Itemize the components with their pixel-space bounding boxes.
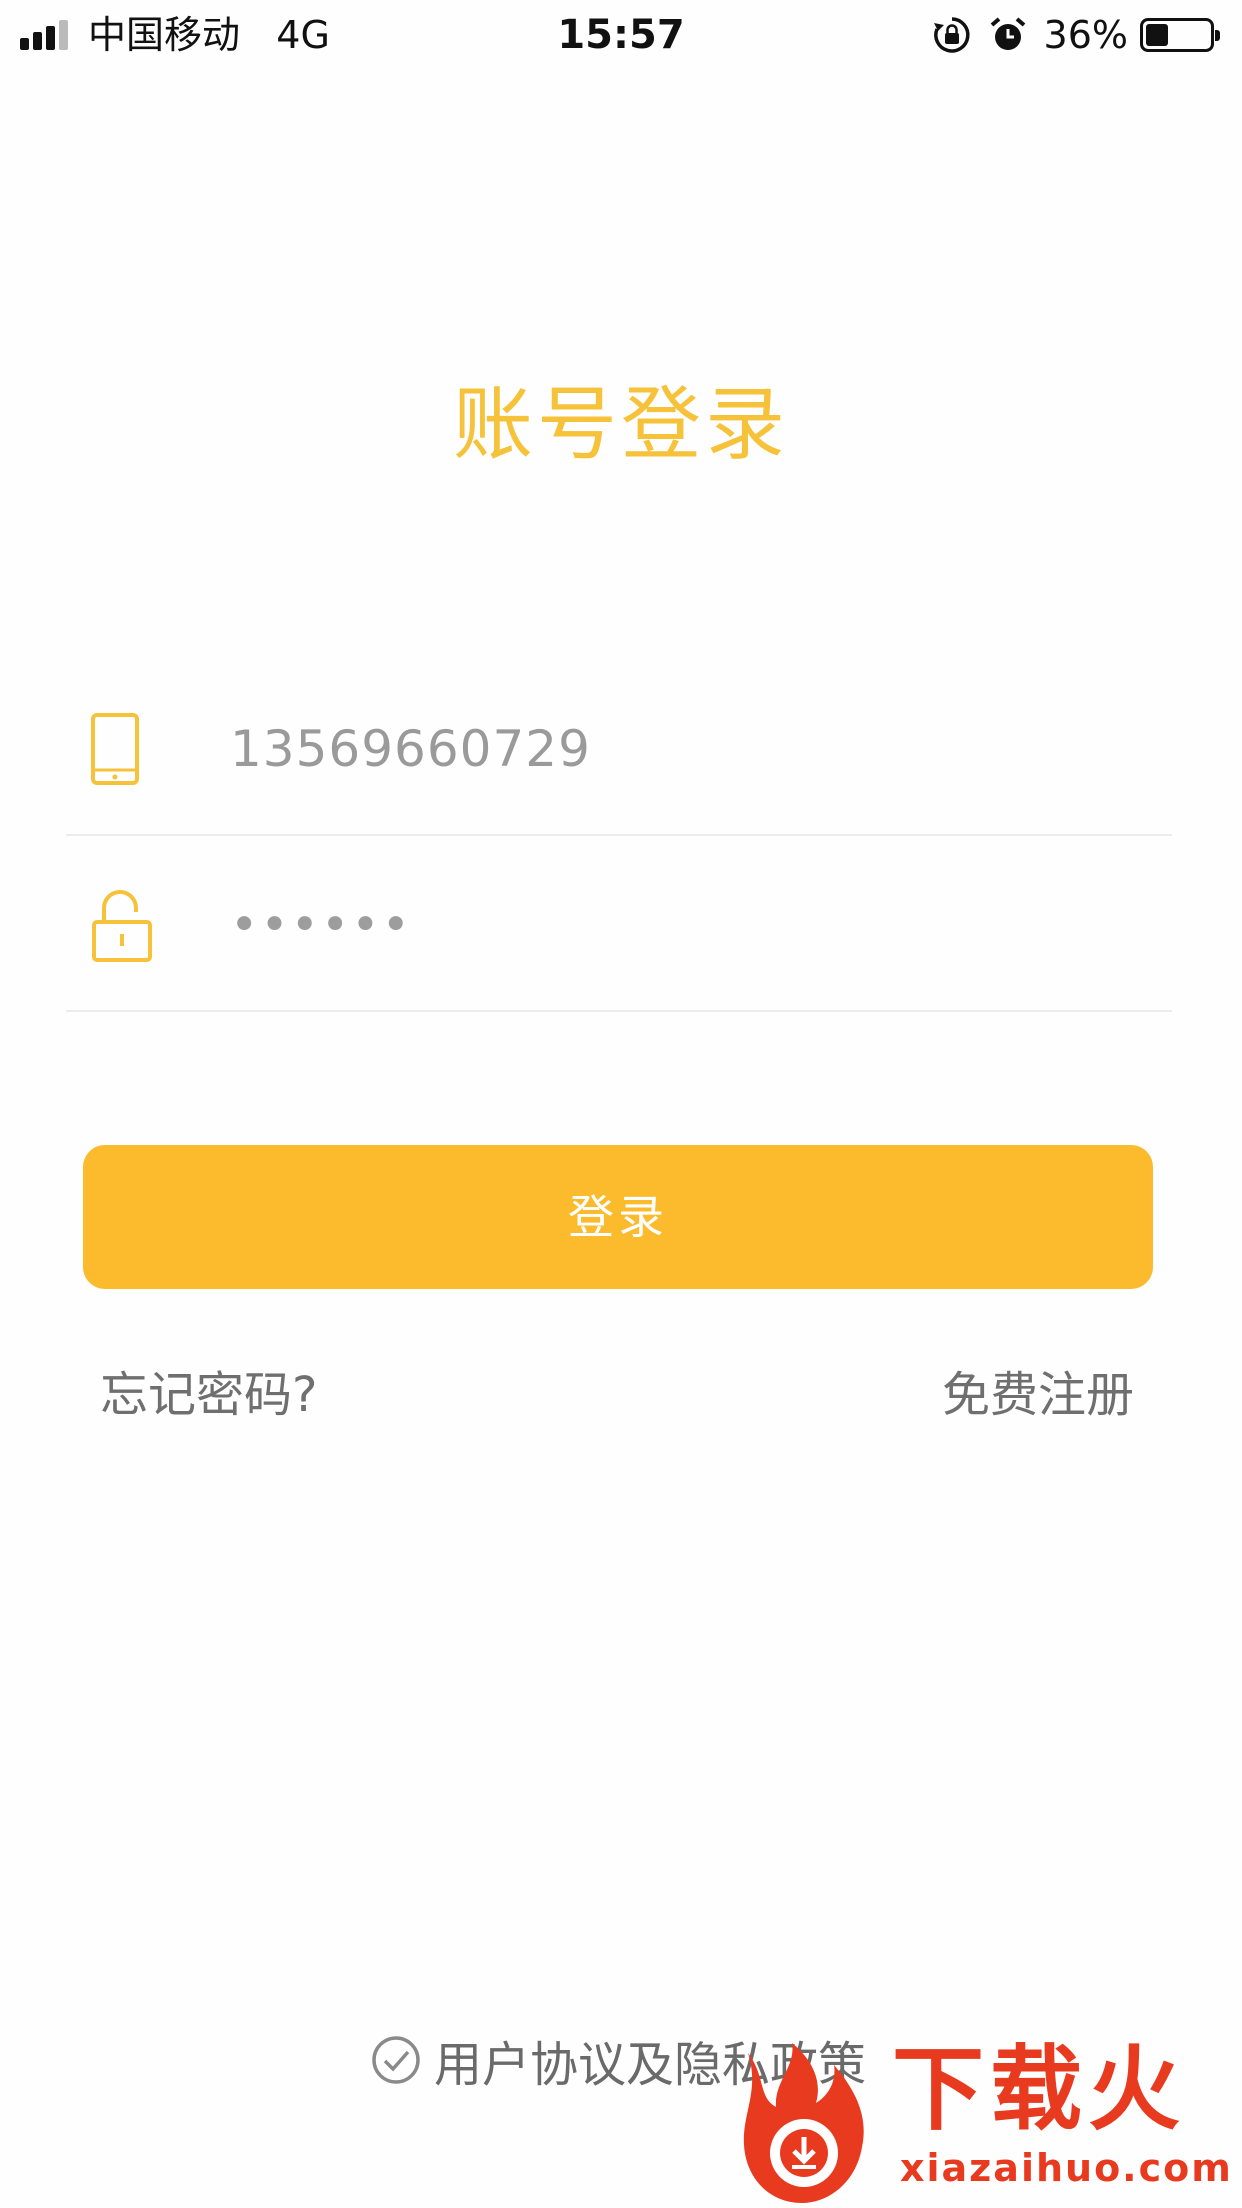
battery-percent: 36%	[1043, 13, 1128, 57]
lock-icon	[92, 890, 152, 962]
battery-level	[1146, 24, 1169, 46]
phone-input[interactable]: 13569660729	[230, 662, 591, 836]
password-input[interactable]: ••••••	[230, 838, 412, 1012]
watermark-brand: 下载火	[892, 2036, 1187, 2143]
password-field[interactable]: ••••••	[66, 838, 1172, 1012]
status-bar: 中国移动 4G 15:57 36%	[0, 0, 1242, 70]
forgot-password-link[interactable]: 忘记密码?	[100, 1360, 317, 1430]
phone-field[interactable]: 13569660729	[66, 662, 1172, 836]
register-link[interactable]: 免费注册	[942, 1360, 1134, 1430]
login-button[interactable]: 登录	[83, 1145, 1153, 1289]
page-title: 账号登录	[453, 378, 789, 471]
flame-logo-icon	[743, 2043, 864, 2203]
rotation-lock-icon	[933, 17, 970, 53]
watermark-logo: 下载火 xiazaihuo.com	[736, 2035, 1242, 2208]
watermark-url: xiazaihuo.com	[900, 2146, 1233, 2190]
alarm-icon	[990, 17, 1025, 50]
phone-icon	[91, 713, 139, 785]
battery-icon	[1140, 18, 1220, 52]
check-circle-icon[interactable]	[370, 2034, 422, 2086]
